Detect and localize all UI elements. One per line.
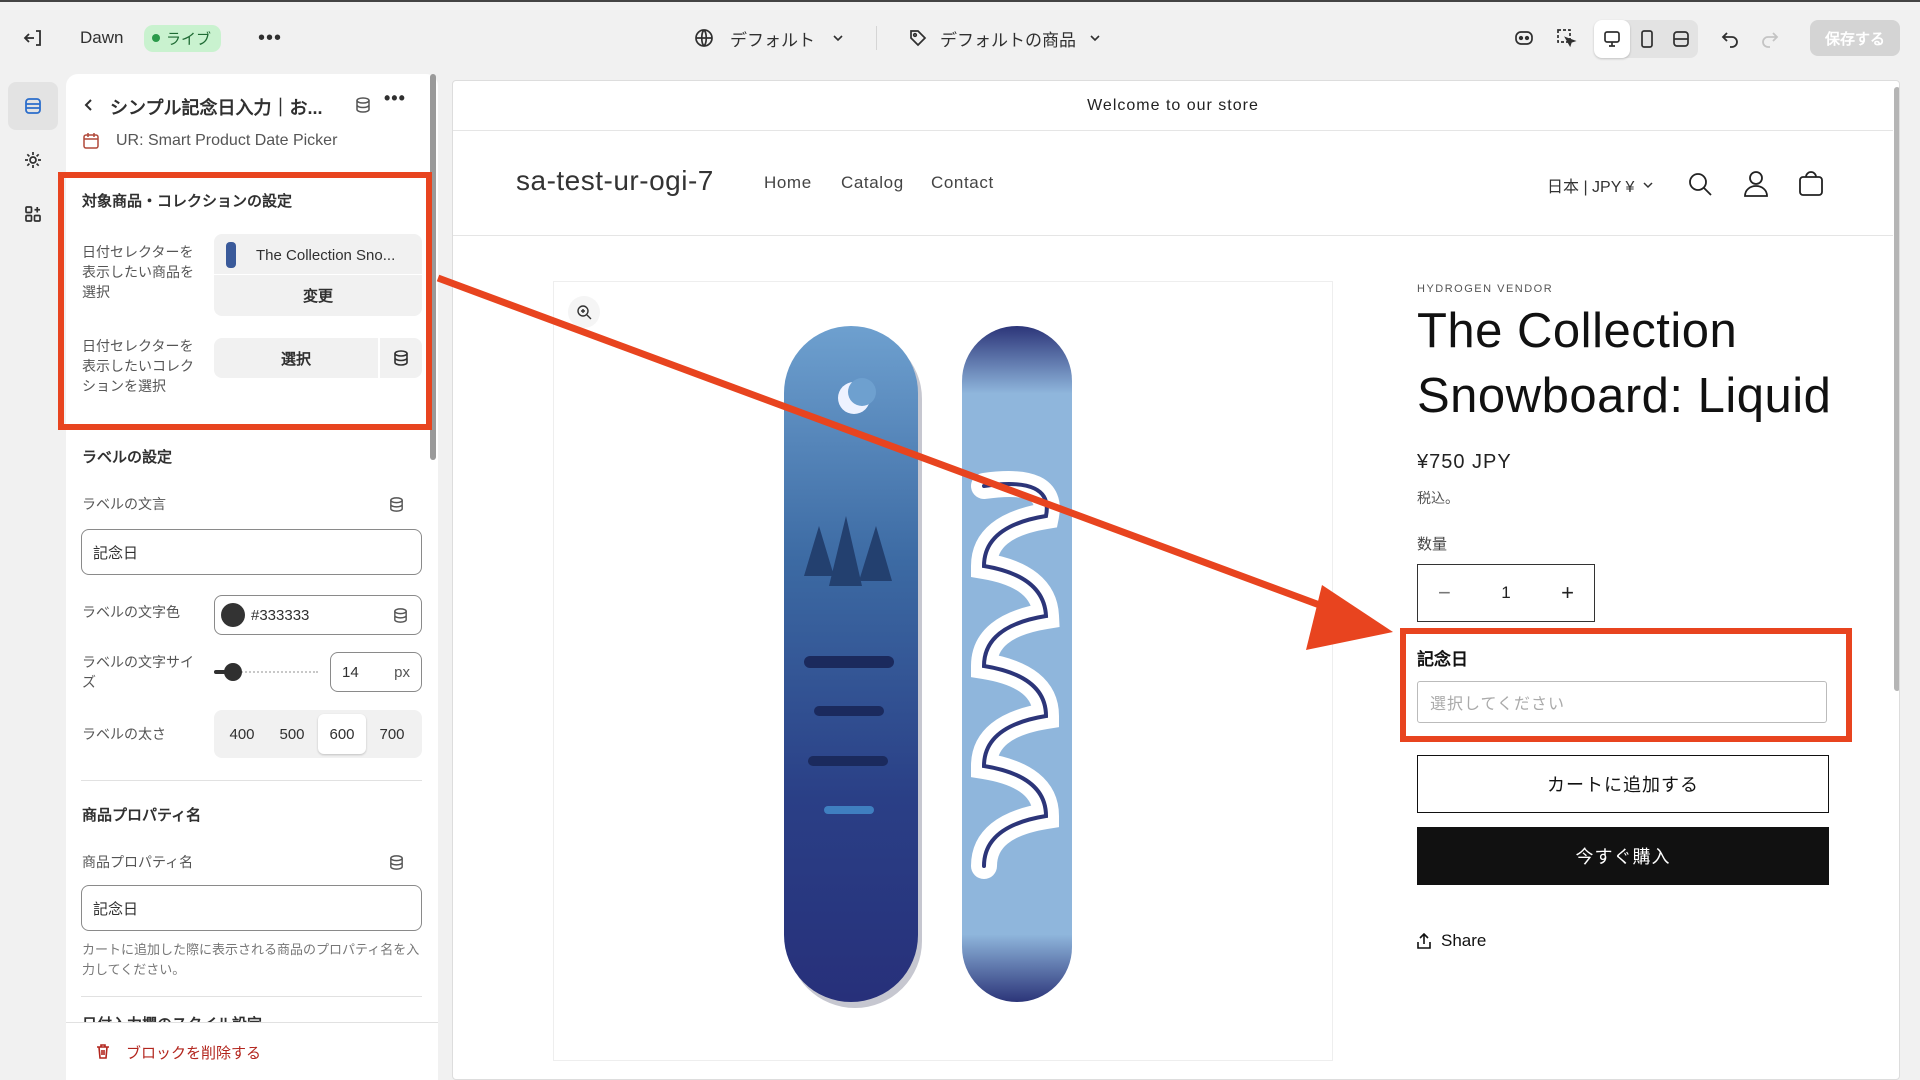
annotation-arrow [436, 274, 1393, 650]
